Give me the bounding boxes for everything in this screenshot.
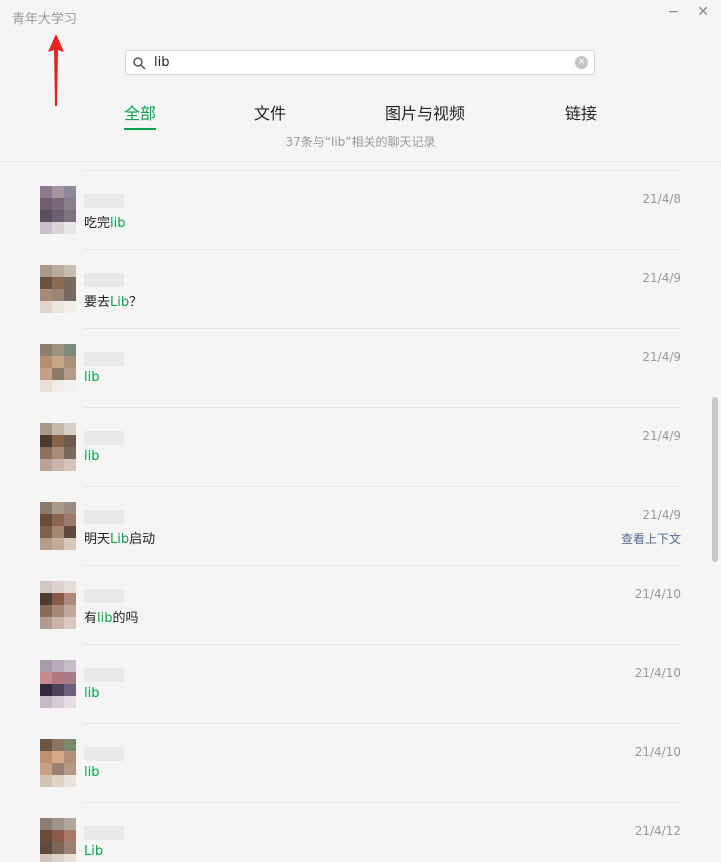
avatar[interactable] <box>40 265 76 313</box>
sender-name-redacted <box>84 352 124 366</box>
tab-files[interactable]: 文件 <box>254 100 286 124</box>
sender-name-redacted <box>84 194 124 208</box>
message-text: Lib <box>84 844 103 859</box>
avatar[interactable] <box>40 344 76 392</box>
avatar[interactable] <box>40 581 76 629</box>
message-keyword: lib <box>84 449 100 464</box>
search-result-row[interactable]: lib 21/4/9 <box>0 328 705 407</box>
tab-images-videos[interactable]: 图片与视频 <box>385 100 465 124</box>
message-date: 21/4/10 <box>634 745 681 759</box>
message-keyword: Lib <box>84 844 104 859</box>
search-result-row[interactable]: 有lib的吗 21/4/10 <box>0 565 705 644</box>
message-keyword: lib <box>97 611 113 626</box>
search-result-row[interactable]: 吃完lib 21/4/8 <box>0 170 705 249</box>
row-divider <box>84 170 681 171</box>
message-pre: 吃完 <box>84 216 111 231</box>
row-divider <box>84 565 681 566</box>
minimize-button[interactable]: − <box>668 2 680 22</box>
tab-all[interactable]: 全部 <box>124 100 157 130</box>
clear-search-icon[interactable]: × <box>575 56 588 69</box>
message-date: 21/4/9 <box>642 429 681 443</box>
sender-name-redacted <box>84 747 124 761</box>
window-controls: − ✕ <box>668 2 709 22</box>
message-date: 21/4/9 <box>642 350 681 364</box>
tab-links[interactable]: 链接 <box>565 100 597 124</box>
scrollbar-thumb[interactable] <box>712 397 718 562</box>
window-title: 青年大学习 <box>12 12 78 27</box>
sender-name-redacted <box>84 431 124 445</box>
message-post: 的吗 <box>112 611 139 626</box>
message-date: 21/4/8 <box>642 192 681 206</box>
row-divider <box>84 249 681 250</box>
message-post: ？ <box>129 295 143 310</box>
scrollbar[interactable] <box>707 162 721 862</box>
search-category-tabs: 全部 文件 图片与视频 链接 <box>0 100 721 130</box>
message-keyword: lib <box>84 370 100 385</box>
message-post: 启动 <box>129 532 156 547</box>
search-result-row[interactable]: lib 21/4/10 <box>0 723 705 802</box>
row-divider <box>84 644 681 645</box>
message-keyword: lib <box>110 216 126 231</box>
row-divider <box>84 486 681 487</box>
search-value[interactable]: lib <box>154 55 575 70</box>
search-input[interactable]: lib × <box>125 50 595 75</box>
message-keyword: lib <box>84 765 100 780</box>
message-date: 21/4/9 <box>642 508 681 522</box>
sender-name-redacted <box>84 826 124 840</box>
search-result-row[interactable]: lib 21/4/10 <box>0 644 705 723</box>
avatar[interactable] <box>40 739 76 787</box>
message-text: lib <box>84 686 99 701</box>
message-keyword: Lib <box>110 532 130 547</box>
message-text: 有lib的吗 <box>84 607 139 626</box>
close-button[interactable]: ✕ <box>697 2 709 22</box>
avatar[interactable] <box>40 660 76 708</box>
message-pre: 明天 <box>84 532 111 547</box>
message-text: 明天Lib启动 <box>84 528 155 547</box>
message-text: 吃完lib <box>84 212 126 231</box>
search-result-row[interactable]: 明天Lib启动 21/4/9 查看上下文 <box>0 486 705 565</box>
row-divider <box>84 802 681 803</box>
result-count: 37条与“lib”相关的聊天记录 <box>285 135 436 149</box>
sender-name-redacted <box>84 668 124 682</box>
row-divider <box>84 723 681 724</box>
results-list: 吃完lib 21/4/8 要去Lib？ 21/4/9 lib 21/4/9 lib 21/4/… <box>0 162 705 862</box>
search-result-row[interactable]: lib 21/4/9 <box>0 407 705 486</box>
view-context-link[interactable]: 查看上下文 <box>621 530 681 547</box>
sender-name-redacted <box>84 510 124 524</box>
message-date: 21/4/12 <box>634 824 681 838</box>
message-text: lib <box>84 370 99 385</box>
message-pre: 要去 <box>84 295 111 310</box>
search-result-row[interactable]: 要去Lib？ 21/4/9 <box>0 249 705 328</box>
message-date: 21/4/10 <box>634 587 681 601</box>
avatar[interactable] <box>40 423 76 471</box>
search-result-row[interactable]: Lib 21/4/12 <box>0 802 705 862</box>
message-keyword: Lib <box>110 295 130 310</box>
row-divider <box>84 328 681 329</box>
message-date: 21/4/9 <box>642 271 681 285</box>
annotation-arrow-icon <box>48 34 64 106</box>
message-date: 21/4/10 <box>634 666 681 680</box>
avatar[interactable] <box>40 818 76 862</box>
row-divider <box>84 407 681 408</box>
message-text: lib <box>84 449 99 464</box>
sender-name-redacted <box>84 273 124 287</box>
search-icon <box>133 56 146 70</box>
message-text: lib <box>84 765 99 780</box>
message-text: 要去Lib？ <box>84 291 142 310</box>
message-keyword: lib <box>84 686 100 701</box>
avatar[interactable] <box>40 502 76 550</box>
avatar[interactable] <box>40 186 76 234</box>
message-pre: 有 <box>84 611 98 626</box>
sender-name-redacted <box>84 589 124 603</box>
